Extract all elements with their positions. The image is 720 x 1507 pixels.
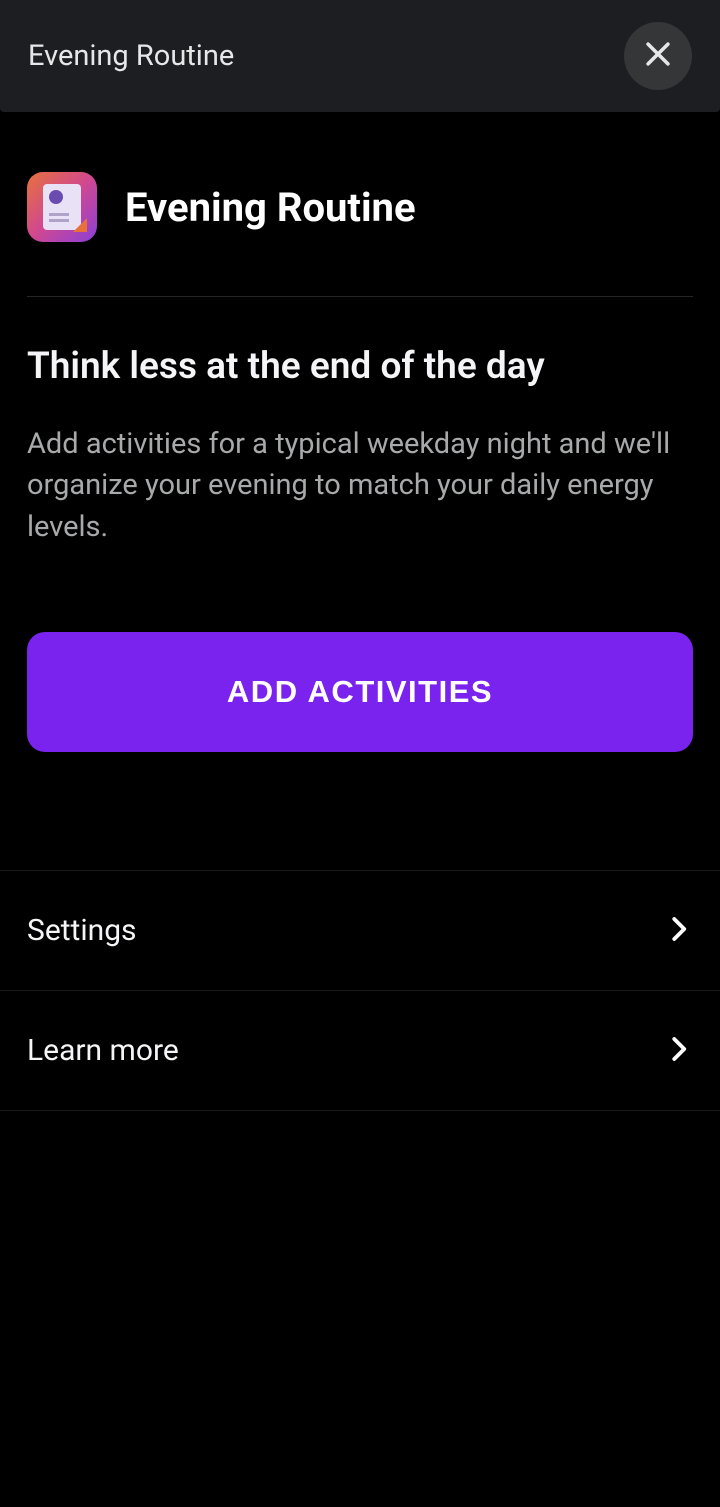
options-list: Settings Learn more bbox=[0, 870, 720, 1111]
learn-more-label: Learn more bbox=[27, 1033, 179, 1068]
chevron-right-icon bbox=[663, 914, 693, 948]
settings-label: Settings bbox=[27, 913, 137, 948]
title-section: Evening Routine bbox=[27, 112, 693, 297]
close-icon bbox=[641, 37, 675, 75]
header-bar: Evening Routine bbox=[0, 0, 720, 112]
section-heading: Think less at the end of the day bbox=[27, 345, 693, 388]
section-body: Add activities for a typical weekday nig… bbox=[27, 424, 693, 548]
routine-app-icon bbox=[27, 172, 97, 242]
description-section: Think less at the end of the day Add act… bbox=[27, 297, 693, 870]
close-button[interactable] bbox=[624, 22, 692, 90]
learn-more-item[interactable]: Learn more bbox=[0, 991, 720, 1111]
chevron-right-icon bbox=[663, 1034, 693, 1068]
content-area: Evening Routine Think less at the end of… bbox=[0, 112, 720, 870]
add-activities-button[interactable]: ADD ACTIVITIES bbox=[27, 632, 693, 752]
header-title: Evening Routine bbox=[28, 39, 234, 73]
settings-item[interactable]: Settings bbox=[0, 871, 720, 991]
page-title: Evening Routine bbox=[125, 184, 416, 231]
